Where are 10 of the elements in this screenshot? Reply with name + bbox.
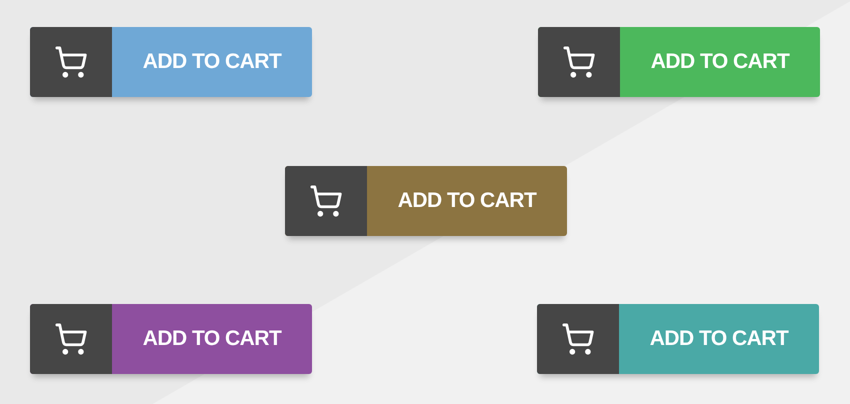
add-to-cart-button[interactable]: ADD TO CART: [538, 27, 820, 97]
cart-icon: [309, 184, 343, 218]
add-to-cart-button[interactable]: ADD TO CART: [30, 27, 312, 97]
cart-icon: [561, 322, 595, 356]
add-to-cart-button[interactable]: ADD TO CART: [537, 304, 819, 374]
add-to-cart-button[interactable]: ADD TO CART: [30, 304, 312, 374]
cart-icon: [54, 322, 88, 356]
cart-icon: [54, 45, 88, 79]
cart-icon: [562, 45, 596, 79]
add-to-cart-button[interactable]: ADD TO CART: [285, 166, 567, 236]
